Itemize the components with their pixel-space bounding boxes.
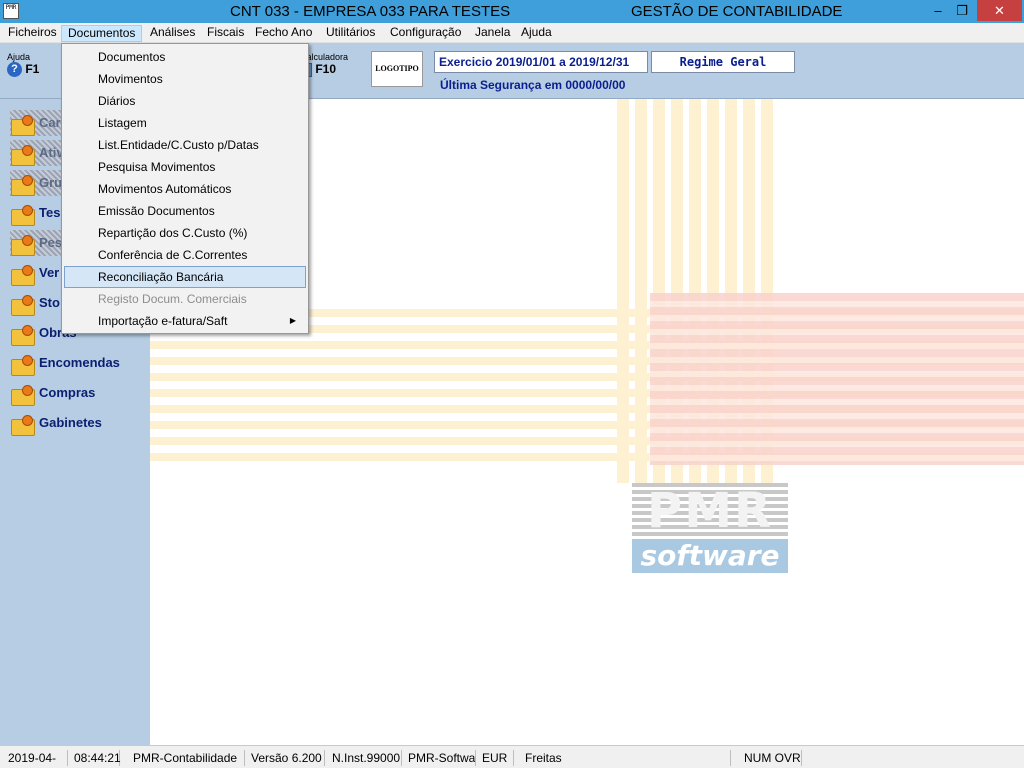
- menu-item-label: List.Entidade/C.Custo p/Datas: [98, 138, 259, 152]
- menu-ajuda[interactable]: Ajuda: [515, 25, 558, 42]
- sidebar-item-label: Pes: [39, 235, 63, 250]
- status-bar: 2019-04-01 08:44:21 PMR-Contabilidade Ve…: [0, 745, 1024, 768]
- menu-item-movimentos[interactable]: Movimentos: [64, 68, 306, 90]
- status-date: 2019-04-01: [6, 750, 68, 768]
- folder-icon: [10, 293, 36, 316]
- documentos-menu: Documentos Movimentos Diários Listagem L…: [61, 43, 309, 334]
- window-title: CNT 033 - EMPRESA 033 PARA TESTES: [230, 3, 511, 20]
- menu-item-label: Pesquisa Movimentos: [98, 160, 216, 174]
- sidebar-item-gabinetes[interactable]: Gabinetes: [10, 410, 102, 436]
- status-software: PMR-Softwa: [408, 750, 476, 766]
- window-subtitle: GESTÃO DE CONTABILIDADE: [631, 3, 843, 20]
- sidebar-item-label: Tes: [39, 205, 61, 220]
- bg-vstripe: [617, 99, 629, 483]
- sidebar-item-label: Sto: [39, 295, 60, 310]
- restore-button[interactable]: ❐: [948, 0, 976, 21]
- menu-item-label: Repartição dos C.Custo (%): [98, 226, 248, 240]
- status-app: PMR-Contabilidade: [131, 750, 245, 766]
- calculator-key: F10: [315, 62, 337, 76]
- sidebar-item-tes[interactable]: Tes: [10, 200, 60, 226]
- status-keys: NUM OVR: [744, 750, 802, 766]
- menu-item-emissao-documentos[interactable]: Emissão Documentos: [64, 200, 306, 222]
- sidebar-item-label: Ativ: [39, 145, 64, 160]
- folder-icon: [10, 413, 36, 436]
- help-tool[interactable]: Ajuda ? F1: [7, 52, 40, 78]
- menu-item-pesquisa-movimentos[interactable]: Pesquisa Movimentos: [64, 156, 306, 178]
- folder-icon: [10, 383, 36, 406]
- menu-item-conferencia-ccorrentes[interactable]: Conferência de C.Correntes: [64, 244, 306, 266]
- help-label: Ajuda: [7, 52, 31, 62]
- status-time: 08:44:21: [74, 750, 121, 766]
- sidebar-item-encomendas[interactable]: Encomendas: [10, 350, 120, 376]
- backup-status: Última Segurança em 0000/00/00: [440, 78, 626, 92]
- folder-icon: [10, 203, 36, 226]
- menu-item-label: Documentos: [98, 50, 166, 64]
- menu-fecho-ano[interactable]: Fecho Ano: [249, 25, 318, 42]
- logo-placeholder: LOGOTIPO: [371, 51, 423, 87]
- menu-analises[interactable]: Análises: [144, 25, 201, 42]
- sidebar-item-label: Ver: [39, 265, 60, 280]
- menu-item-label: Importação e-fatura/Saft: [98, 314, 228, 328]
- menu-configuracao[interactable]: Configuração: [384, 25, 467, 42]
- regime-field: Regime Geral: [651, 51, 795, 73]
- menu-item-reparticao-ccusto[interactable]: Repartição dos C.Custo (%): [64, 222, 306, 244]
- menu-bar: Ficheiros Documentos Análises Fiscais Fe…: [0, 23, 1024, 43]
- pmr-logo-top: PMR: [632, 483, 788, 539]
- folder-icon: [10, 173, 36, 196]
- bg-pink-band: [650, 293, 1024, 465]
- bg-vstripe: [635, 99, 647, 483]
- sidebar-item-compras[interactable]: Compras: [10, 380, 95, 406]
- menu-item-diarios[interactable]: Diários: [64, 90, 306, 112]
- close-button[interactable]: ✕: [977, 0, 1022, 21]
- sidebar-item-label: Car: [39, 115, 61, 130]
- menu-item-label: Reconciliação Bancária: [98, 270, 224, 284]
- menu-item-registo-docum-comerciais: Registo Docum. Comerciais: [64, 288, 306, 310]
- sidebar-item-label: Gru: [39, 175, 63, 190]
- status-currency: EUR: [480, 750, 514, 766]
- menu-item-documentos[interactable]: Documentos: [64, 46, 306, 68]
- sidebar-item-ver[interactable]: Ver: [10, 260, 59, 286]
- menu-item-label: Registo Docum. Comerciais: [98, 292, 247, 306]
- menu-item-label: Movimentos Automáticos: [98, 182, 232, 196]
- menu-item-label: Conferência de C.Correntes: [98, 248, 248, 262]
- title-bar: PMR CNT 033 - EMPRESA 033 PARA TESTES GE…: [0, 0, 1024, 23]
- folder-icon: [10, 113, 36, 136]
- sidebar-item-label: Compras: [39, 385, 96, 400]
- submenu-arrow-icon: ▶: [289, 316, 296, 325]
- menu-item-listagem[interactable]: Listagem: [64, 112, 306, 134]
- help-key: F1: [25, 62, 40, 76]
- sidebar-item-label: Encomendas: [39, 355, 120, 370]
- menu-item-movimentos-automaticos[interactable]: Movimentos Automáticos: [64, 178, 306, 200]
- menu-item-importacao-efatura[interactable]: Importação e-fatura/Saft ▶: [64, 310, 306, 332]
- folder-icon: [10, 323, 36, 346]
- status-holiday: Freitas: [523, 750, 731, 766]
- folder-icon: [10, 143, 36, 166]
- menu-documentos[interactable]: Documentos: [61, 25, 143, 42]
- folder-icon: [10, 233, 36, 256]
- sidebar-item-sto[interactable]: Sto: [10, 290, 60, 316]
- menu-item-label: Listagem: [98, 116, 147, 130]
- exercicio-field: Exercicio 2019/01/01 a 2019/12/31: [434, 51, 648, 73]
- menu-item-reconciliacao-bancaria[interactable]: Reconciliação Bancária: [64, 266, 306, 288]
- app-icon[interactable]: PMR: [3, 3, 19, 19]
- menu-item-label: Diários: [98, 94, 136, 108]
- menu-janela[interactable]: Janela: [469, 25, 516, 42]
- sidebar-item-label: Gabinetes: [39, 415, 102, 430]
- status-version: Versão 6.200: [249, 750, 325, 766]
- menu-item-list-entidade[interactable]: List.Entidade/C.Custo p/Datas: [64, 134, 306, 156]
- pmr-logo-bottom: software: [632, 539, 788, 573]
- help-icon[interactable]: ?: [7, 62, 22, 78]
- menu-utilitarios[interactable]: Utilitários: [320, 25, 381, 42]
- pmr-software-logo: PMR software: [632, 483, 788, 573]
- menu-item-label: Emissão Documentos: [98, 204, 215, 218]
- menu-ficheiros[interactable]: Ficheiros: [2, 25, 63, 42]
- folder-icon: [10, 353, 36, 376]
- folder-icon: [10, 263, 36, 286]
- menu-fiscais[interactable]: Fiscais: [201, 25, 250, 42]
- status-inst: N.Inst.99000: [332, 750, 402, 766]
- menu-item-label: Movimentos: [98, 72, 163, 86]
